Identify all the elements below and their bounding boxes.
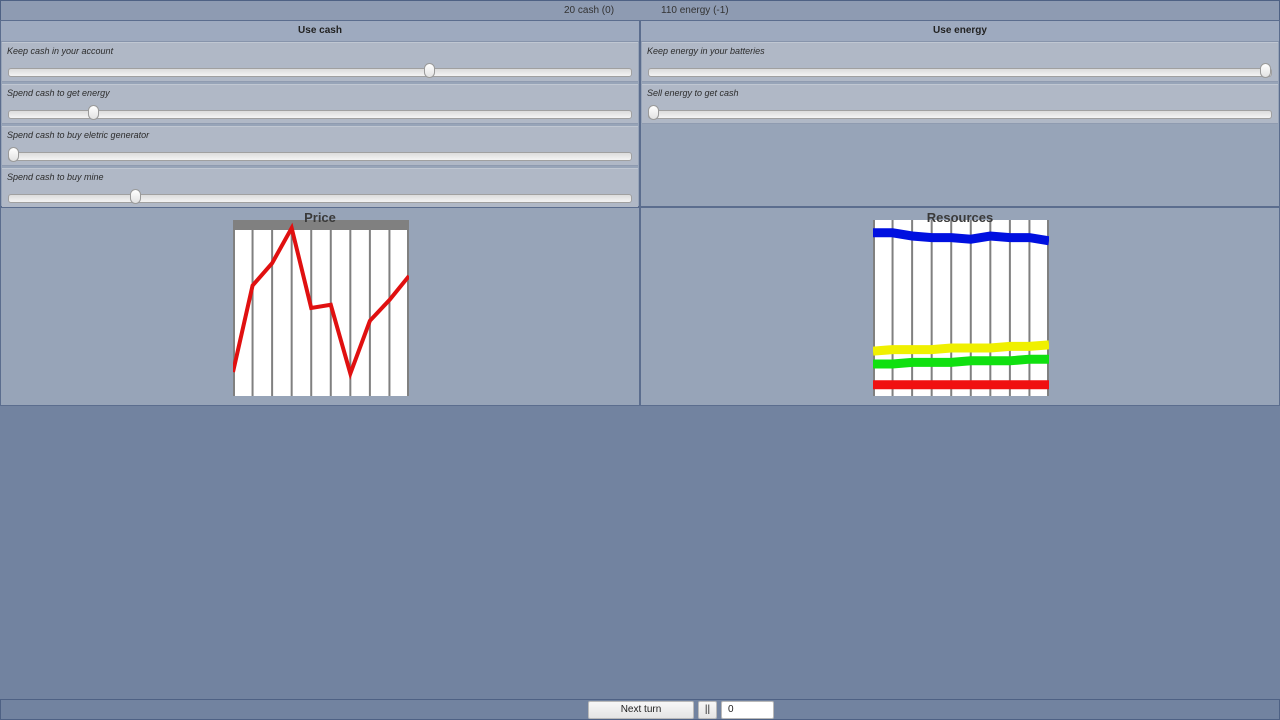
slider-label: Spend cash to buy eletric generator (7, 130, 150, 140)
price-chart-title: Price (304, 210, 336, 225)
slider-row-spend-energy: Spend cash to get energy (2, 84, 638, 124)
pause-button[interactable]: || (698, 701, 717, 719)
slider-row-keep-cash: Keep cash in your account (2, 42, 638, 82)
slider-row-buy-mine: Spend cash to buy mine (2, 168, 638, 208)
buy-mine-slider-track[interactable] (8, 194, 632, 203)
sell-energy-slider-track[interactable] (648, 110, 1272, 119)
use-energy-panel: Use energy Keep energy in your batteries… (640, 20, 1280, 207)
use-cash-panel: Use cash Keep cash in your account Spend… (0, 20, 640, 208)
spend-cash-energy-slider-thumb[interactable] (87, 105, 99, 120)
slider-row-keep-energy: Keep energy in your batteries (642, 42, 1278, 82)
energy-status: 110 energy (-1) (661, 5, 729, 16)
cash-status: 20 cash (0) (564, 5, 615, 16)
resources-chart (873, 220, 1049, 396)
slider-label: Keep cash in your account (7, 46, 114, 56)
buy-generator-slider-thumb[interactable] (8, 147, 19, 162)
series-line (873, 354, 1049, 369)
keep-energy-slider-thumb[interactable] (1260, 63, 1271, 78)
bottom-controls: Next turn || 0 (0, 699, 1280, 720)
series-line (873, 340, 1049, 356)
slider-label: Keep energy in your batteries (647, 46, 765, 56)
turn-counter-field[interactable]: 0 (721, 701, 774, 719)
chart-background (873, 220, 1049, 396)
next-turn-button[interactable]: Next turn (588, 701, 694, 719)
slider-label: Spend cash to get energy (7, 88, 110, 98)
buy-mine-slider-thumb[interactable] (130, 189, 142, 204)
use-energy-title: Use energy (641, 21, 1279, 42)
keep-cash-slider-track[interactable] (8, 68, 632, 77)
slider-label: Spend cash to buy mine (7, 172, 104, 182)
slider-row-sell-energy: Sell energy to get cash (642, 84, 1278, 124)
slider-label: Sell energy to get cash (647, 88, 739, 98)
status-bar: 20 cash (0) 110 energy (-1) (0, 0, 1280, 21)
keep-energy-slider-track[interactable] (648, 68, 1272, 77)
use-cash-title: Use cash (1, 21, 639, 42)
keep-cash-slider-thumb[interactable] (424, 63, 436, 78)
spend-cash-energy-slider-track[interactable] (8, 110, 632, 119)
sell-energy-slider-thumb[interactable] (648, 105, 659, 120)
resources-chart-panel: Resources (640, 207, 1280, 406)
buy-generator-slider-track[interactable] (8, 152, 632, 161)
price-chart (233, 220, 409, 396)
price-chart-panel: Price (0, 207, 640, 406)
resources-chart-title: Resources (926, 210, 994, 225)
slider-row-buy-generator: Spend cash to buy eletric generator (2, 126, 638, 166)
